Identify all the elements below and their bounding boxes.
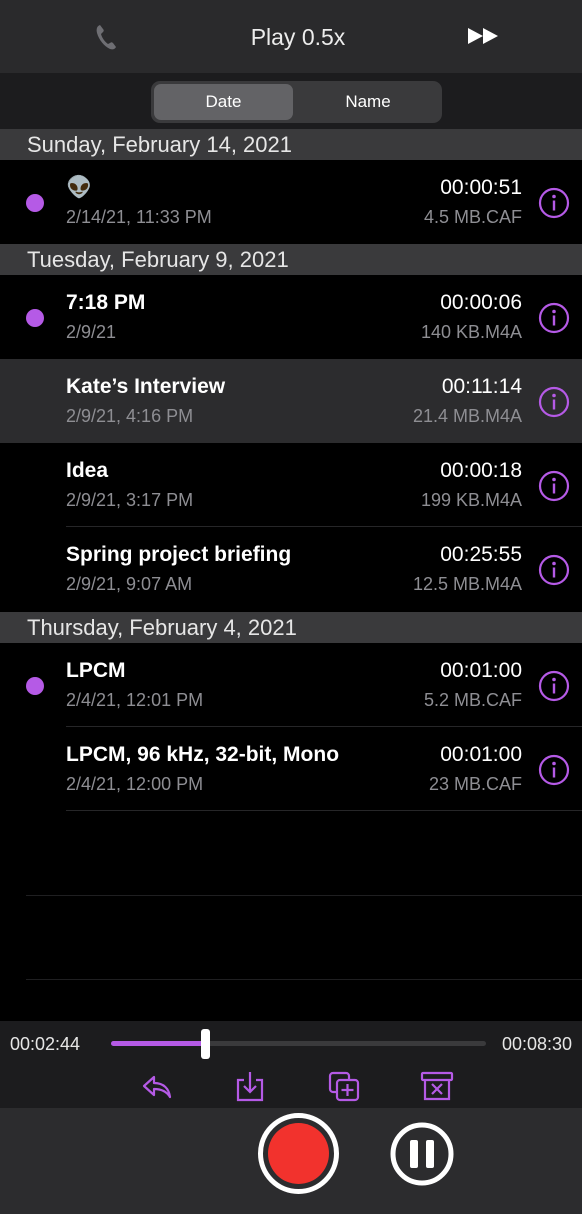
total-time: 00:08:30 bbox=[502, 1034, 573, 1054]
info-icon[interactable] bbox=[538, 470, 570, 502]
info-icon[interactable] bbox=[538, 670, 570, 702]
recording-size: 140 KB.M4A bbox=[420, 322, 522, 342]
unplayed-dot bbox=[26, 309, 44, 327]
fast-forward-icon[interactable] bbox=[466, 26, 500, 46]
recording-date: 2/4/21, 12:01 PM bbox=[66, 690, 204, 710]
record-controls-bar bbox=[0, 1108, 582, 1214]
recording-duration: 00:00:18 bbox=[440, 459, 522, 482]
delete-icon[interactable] bbox=[420, 1070, 454, 1102]
recording-duration: 00:25:55 bbox=[440, 543, 522, 566]
unplayed-dot bbox=[26, 194, 44, 212]
section-title: Thursday, February 4, 2021 bbox=[27, 615, 297, 640]
recording-size: 4.5 MB.CAF bbox=[423, 207, 522, 227]
section-header: Thursday, February 4, 2021 bbox=[0, 612, 582, 643]
recording-date: 2/9/21, 4:16 PM bbox=[66, 406, 194, 426]
recording-date: 2/9/21, 9:07 AM bbox=[66, 574, 193, 594]
sort-bar: Date Name bbox=[0, 73, 582, 129]
section-header: Tuesday, February 9, 2021 bbox=[0, 244, 582, 275]
info-icon[interactable] bbox=[538, 187, 570, 219]
recording-row[interactable]: Kate’s Interview 2/9/21, 4:16 PM 00:11:1… bbox=[0, 359, 582, 443]
pause-icon bbox=[410, 1140, 418, 1168]
info-icon[interactable] bbox=[538, 302, 570, 334]
top-bar: Play 0.5x bbox=[0, 0, 582, 73]
recording-duration: 00:00:06 bbox=[440, 291, 522, 314]
empty-row-separator bbox=[26, 979, 582, 980]
recording-size: 5.2 MB.CAF bbox=[423, 690, 522, 710]
recording-duration: 00:11:14 bbox=[441, 375, 522, 398]
recording-size: 199 KB.M4A bbox=[420, 490, 522, 510]
recording-duration: 00:01:00 bbox=[440, 659, 522, 682]
recording-title: Kate’s Interview bbox=[66, 375, 226, 398]
playback-scrubber[interactable] bbox=[111, 1029, 486, 1059]
sort-by-date-segment[interactable]: Date bbox=[154, 84, 293, 120]
export-icon[interactable] bbox=[233, 1070, 267, 1102]
scrubber-progress bbox=[111, 1041, 205, 1046]
recording-title: Idea bbox=[66, 459, 109, 482]
recording-row[interactable]: LPCM 2/4/21, 12:01 PM 00:01:00 5.2 MB.CA… bbox=[0, 643, 582, 727]
recording-title: 7:18 PM bbox=[66, 291, 146, 314]
recording-title: LPCM, 96 kHz, 32-bit, Mono bbox=[66, 743, 340, 766]
recording-row[interactable]: 👽 2/14/21, 11:33 PM 00:00:51 4.5 MB.CAF bbox=[0, 160, 582, 244]
recording-row[interactable]: LPCM, 96 kHz, 32-bit, Mono 2/4/21, 12:00… bbox=[0, 727, 582, 811]
record-button[interactable] bbox=[258, 1113, 339, 1194]
recording-date: 2/9/21 bbox=[66, 322, 117, 342]
row-separator bbox=[66, 810, 582, 811]
empty-row-separator bbox=[26, 895, 582, 896]
recording-size: 23 MB.CAF bbox=[428, 774, 522, 794]
scrubber-thumb[interactable] bbox=[200, 1029, 210, 1059]
section-header: Sunday, February 14, 2021 bbox=[0, 129, 582, 160]
info-icon[interactable] bbox=[538, 554, 570, 586]
unplayed-dot bbox=[26, 677, 44, 695]
info-icon[interactable] bbox=[538, 386, 570, 418]
sort-segmented-control: Date Name bbox=[151, 81, 442, 123]
player-panel: 00:02:44 00:08:30 bbox=[0, 1021, 582, 1108]
recording-row[interactable]: Idea 2/9/21, 3:17 PM 00:00:18 199 KB.M4A bbox=[0, 443, 582, 527]
reply-icon[interactable] bbox=[140, 1070, 174, 1102]
recording-duration: 00:00:51 bbox=[440, 176, 522, 199]
recording-duration: 00:01:00 bbox=[440, 743, 522, 766]
recording-size: 21.4 MB.M4A bbox=[412, 406, 522, 426]
recording-size: 12.5 MB.M4A bbox=[412, 574, 522, 594]
current-time: 00:02:44 bbox=[10, 1034, 81, 1054]
recording-date: 2/14/21, 11:33 PM bbox=[66, 207, 212, 227]
sort-by-name-segment[interactable]: Name bbox=[297, 84, 439, 120]
recording-title: Spring project briefing bbox=[66, 543, 292, 566]
section-title: Tuesday, February 9, 2021 bbox=[27, 247, 289, 272]
recording-title: 👽 bbox=[66, 176, 93, 199]
recording-date: 2/4/21, 12:00 PM bbox=[66, 774, 204, 794]
info-icon[interactable] bbox=[538, 754, 570, 786]
recording-title: LPCM bbox=[66, 659, 126, 682]
recording-row[interactable]: 7:18 PM 2/9/21 00:00:06 140 KB.M4A bbox=[0, 275, 582, 359]
section-title: Sunday, February 14, 2021 bbox=[27, 132, 292, 157]
pause-button[interactable] bbox=[389, 1121, 455, 1187]
recording-date: 2/9/21, 3:17 PM bbox=[66, 490, 194, 510]
duplicate-icon[interactable] bbox=[327, 1070, 361, 1102]
record-icon bbox=[268, 1123, 329, 1184]
recording-row[interactable]: Spring project briefing 2/9/21, 9:07 AM … bbox=[0, 527, 582, 611]
